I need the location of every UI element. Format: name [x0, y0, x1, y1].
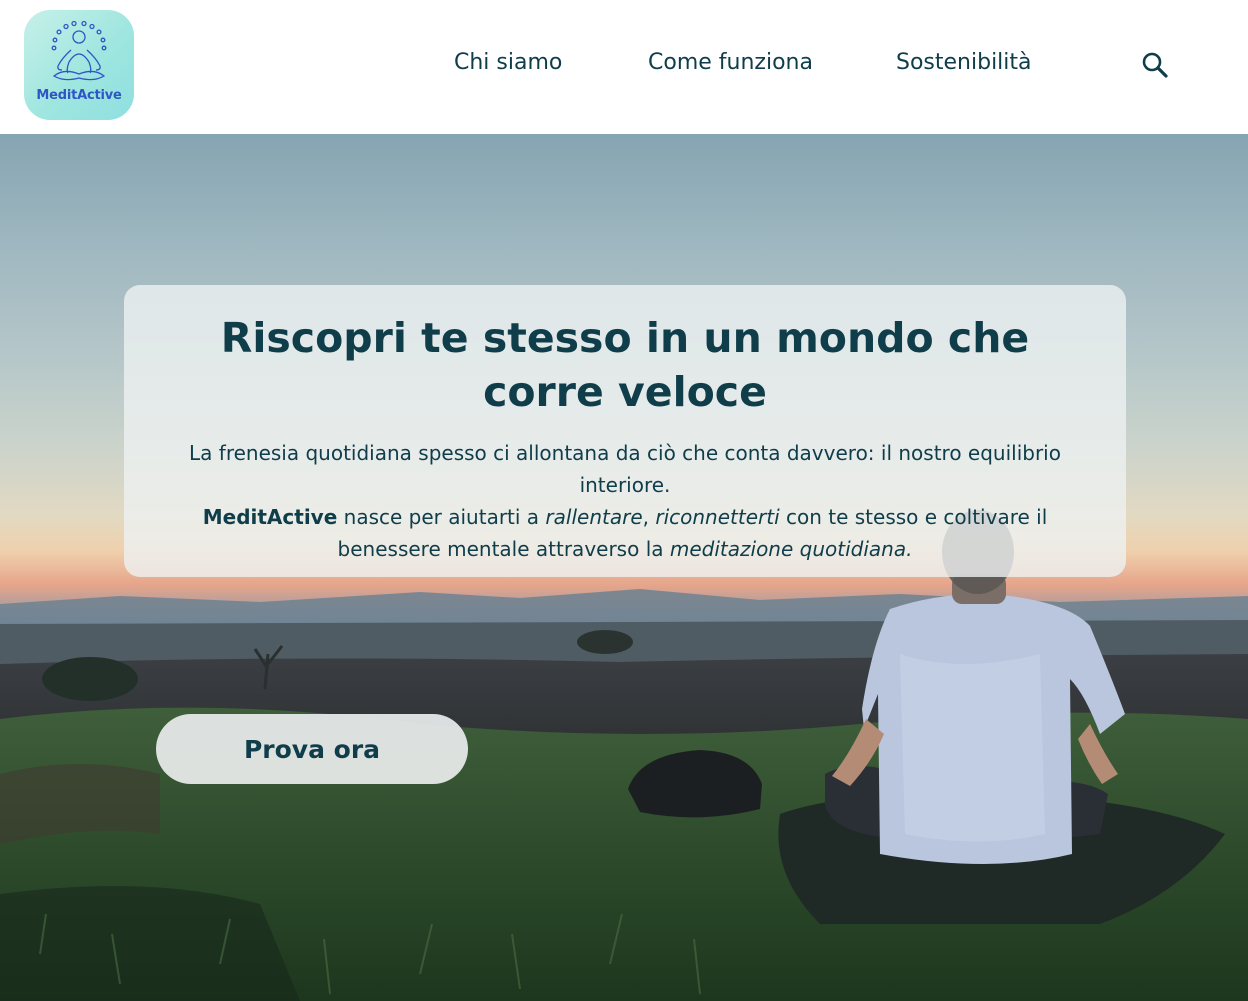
hero-em-riconnetterti: riconnetterti — [655, 505, 780, 529]
hero-em-meditazione: meditazione quotidiana. — [669, 537, 913, 561]
hero-text-2: , — [642, 505, 656, 529]
prova-ora-button[interactable]: Prova ora — [156, 714, 468, 784]
hero-brand-strong: MeditActive — [202, 505, 338, 529]
hero-card: Riscopri te stesso in un mondo che corre… — [124, 285, 1126, 577]
search-icon — [1142, 52, 1168, 78]
search-button[interactable] — [1140, 50, 1170, 80]
hero-description: La frenesia quotidiana spesso ci allonta… — [154, 437, 1096, 565]
hero-intro: La frenesia quotidiana spesso ci allonta… — [189, 441, 1061, 497]
site-header: MeditActive Chi siamo Come funziona Sost… — [0, 0, 1248, 134]
main-nav: Chi siamo Come funziona Sostenibilità — [0, 0, 1248, 130]
nav-chi-siamo[interactable]: Chi siamo — [454, 50, 562, 75]
hero-title: Riscopri te stesso in un mondo che corre… — [220, 314, 1030, 416]
nav-sostenibilita[interactable]: Sostenibilità — [896, 50, 1032, 75]
hero-text-1: nasce per aiutarti a — [337, 505, 546, 529]
nav-come-funziona[interactable]: Come funziona — [648, 50, 813, 75]
hero-section: Riscopri te stesso in un mondo che corre… — [0, 134, 1248, 1001]
hero-em-rallentare: rallentare — [545, 505, 643, 529]
